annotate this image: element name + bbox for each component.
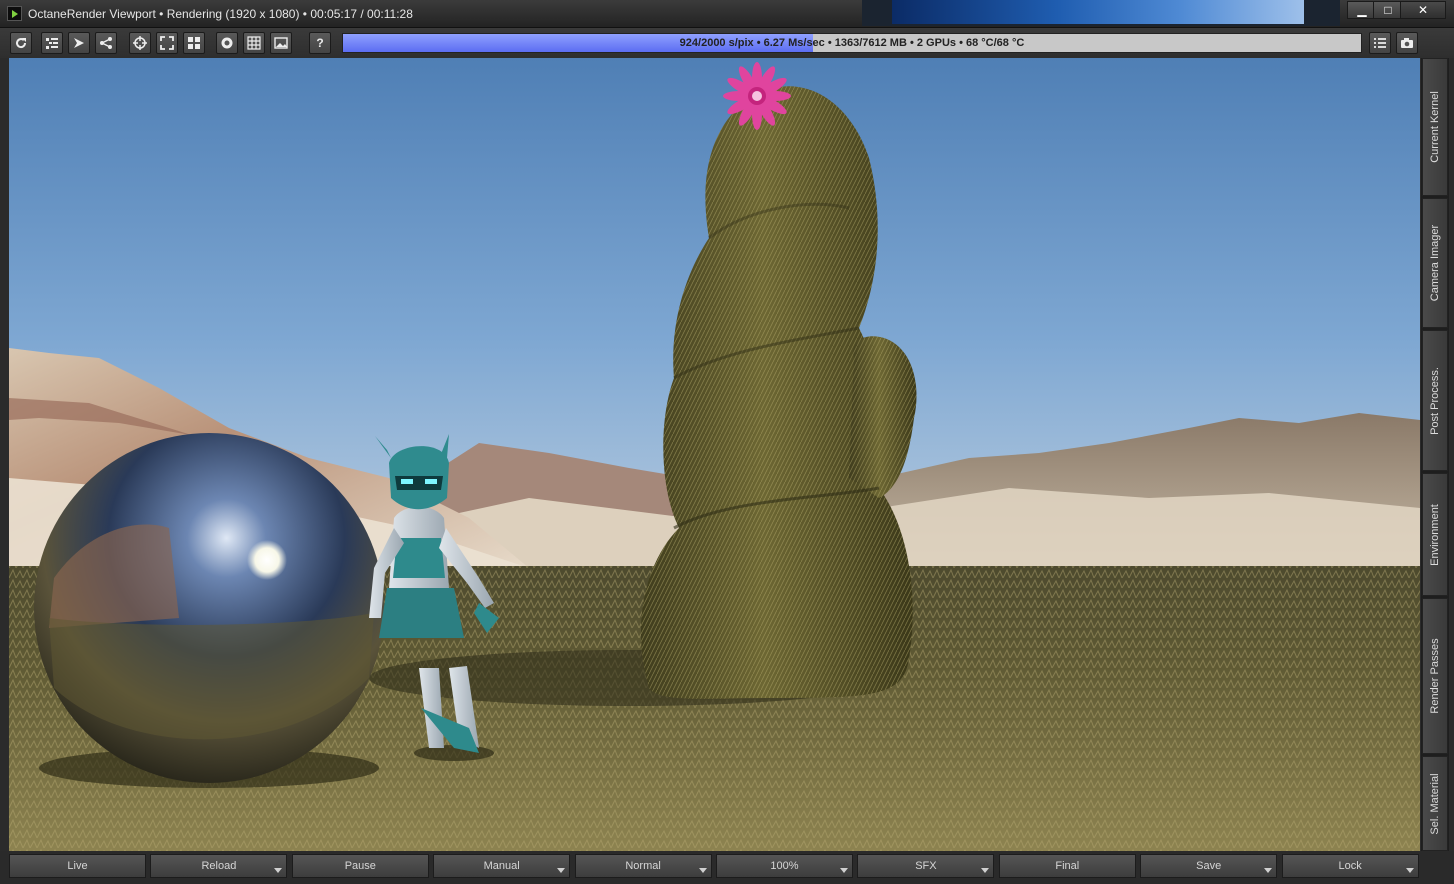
side-tab-sel-material[interactable]: Sel. Material	[1422, 756, 1448, 851]
window-title: OctaneRender Viewport • Rendering (1920 …	[28, 7, 413, 21]
button-label: Live	[67, 860, 88, 872]
button-label: Save	[1196, 860, 1222, 872]
pause-button[interactable]: Pause	[291, 854, 429, 878]
sun-reflection	[247, 540, 287, 580]
share-icon	[100, 37, 112, 49]
manual-button[interactable]: Manual	[433, 854, 571, 878]
side-tab-label: Camera Imager	[1429, 224, 1441, 302]
list-icon	[1374, 38, 1386, 48]
button-label: Pause	[344, 860, 376, 872]
send-scene-button[interactable]	[68, 32, 90, 54]
grid-icon	[188, 37, 200, 49]
side-tab-camera-imager[interactable]: Camera Imager	[1422, 198, 1448, 328]
live-button[interactable]: Live	[9, 854, 146, 878]
side-tab-label: Render Passes	[1429, 638, 1441, 714]
side-tab-label: Post Process.	[1429, 366, 1441, 435]
dropdown-arrow-icon[interactable]	[698, 868, 707, 873]
side-tab-label: Sel. Material	[1429, 772, 1441, 835]
help-button[interactable]: ?	[309, 32, 331, 54]
dropdown-arrow-icon[interactable]	[981, 868, 990, 873]
dropdown-arrow-icon[interactable]	[840, 868, 848, 873]
bottom-toolbar: Live Reload Pause Manual Normal 100% SFX Final S…	[0, 851, 1454, 884]
render-progress-bar: 924/2000 s/pix • 6.27 Ms/sec • 1363/7612…	[342, 33, 1362, 53]
dropdown-arrow-icon[interactable]	[1264, 868, 1273, 873]
dropdown-arrow-icon[interactable]	[557, 868, 566, 873]
help-icon: ?	[316, 36, 324, 50]
camera-icon	[1401, 38, 1413, 48]
dropdown-arrow-icon[interactable]	[1405, 868, 1414, 873]
side-tab-environment[interactable]: Environment	[1422, 473, 1448, 596]
normal-button[interactable]: Normal	[574, 854, 712, 878]
button-label: SFX	[915, 860, 937, 872]
image-icon	[274, 37, 288, 49]
viewport-toolbar: ? 924/2000 s/pix • 6.27 Ms/sec • 1363/76…	[0, 28, 1454, 58]
dropdown-arrow-icon[interactable]	[274, 868, 283, 873]
crosshair-icon	[133, 36, 147, 50]
side-tab-post-process[interactable]: Post Process.	[1422, 330, 1448, 471]
side-panel-tabs: Current Kernel Camera Imager Post Process.…	[1421, 58, 1449, 851]
stop-button[interactable]	[216, 32, 238, 54]
side-tab-label: Environment	[1429, 503, 1441, 566]
title-bar: OctaneRender Viewport • Rendering (1920 …	[0, 0, 1454, 28]
lock-button[interactable]: Lock	[1281, 854, 1419, 878]
button-label: Final	[1055, 860, 1080, 872]
button-label: 100%	[770, 860, 799, 872]
render-viewport[interactable]	[9, 58, 1420, 851]
node-graph-button[interactable]	[41, 32, 63, 54]
render-stats-text: 924/2000 s/pix • 6.27 Ms/sec • 1363/7612…	[679, 37, 1025, 49]
background-window-thumbnail	[892, 0, 1304, 24]
maximize-button[interactable]: □	[1373, 1, 1403, 19]
reload-button[interactable]: Reload	[150, 854, 288, 878]
side-tab-label: Current Kernel	[1429, 91, 1441, 163]
refresh-icon	[16, 38, 27, 49]
button-label: Manual	[483, 860, 520, 872]
table-icon	[247, 36, 261, 50]
side-tab-current-kernel[interactable]: Current Kernel	[1422, 58, 1448, 196]
region-icon	[160, 36, 174, 50]
button-label: Normal	[625, 860, 661, 872]
share-button[interactable]	[95, 32, 117, 54]
image-button[interactable]	[270, 32, 292, 54]
save-button[interactable]: Save	[1140, 854, 1278, 878]
restart-render-button[interactable]	[10, 32, 32, 54]
layout-button[interactable]	[183, 32, 205, 54]
sfx-button[interactable]: SFX	[857, 854, 995, 878]
side-tab-render-passes[interactable]: Render Passes	[1422, 598, 1448, 754]
tree-icon	[46, 38, 58, 49]
pick-focus-button[interactable]	[129, 32, 151, 54]
final-button[interactable]: Final	[998, 854, 1136, 878]
region-render-button[interactable]	[156, 32, 178, 54]
screenshot-button[interactable]	[1396, 32, 1418, 54]
close-button[interactable]: ✕	[1400, 1, 1446, 19]
circle-icon	[221, 37, 233, 49]
octane-app-icon	[7, 6, 22, 21]
100-percent-button[interactable]: 100%	[716, 854, 853, 878]
button-label: Reload	[201, 860, 237, 872]
film-region-button[interactable]	[243, 32, 265, 54]
render-settings-button[interactable]	[1369, 32, 1391, 54]
rendered-image	[9, 58, 1420, 851]
button-label: Lock	[1338, 860, 1362, 872]
send-icon	[74, 38, 84, 48]
